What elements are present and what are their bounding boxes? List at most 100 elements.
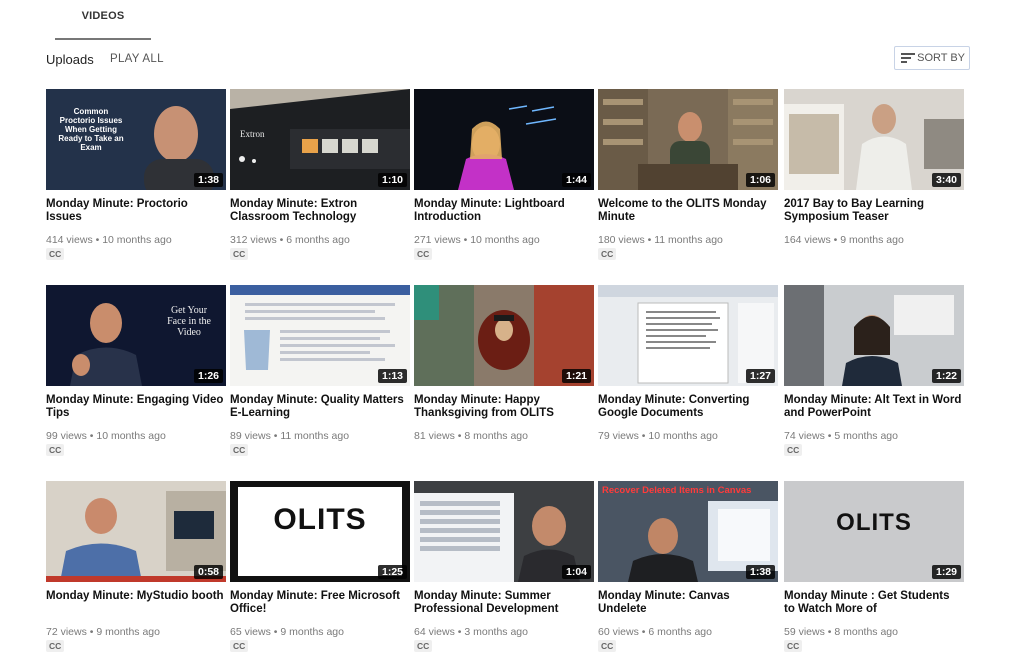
video-thumbnail[interactable]: OLITS 1:29 xyxy=(784,481,964,582)
video-meta: 180 views • 11 months ago xyxy=(598,234,723,246)
sort-icon xyxy=(901,53,915,63)
video-thumbnail[interactable]: Common Proctorio Issues When Getting Rea… xyxy=(46,89,226,190)
video-card[interactable]: Get Your Face in the Video 1:26 Monday M… xyxy=(46,285,226,456)
video-title[interactable]: Monday Minute: Free Microsoft Office! xyxy=(230,590,408,616)
cc-badge: CC xyxy=(230,640,249,652)
video-title[interactable]: 2017 Bay to Bay Learning Symposium Tease… xyxy=(784,198,962,224)
thumbnail-caption: Recover Deleted Items in Canvas xyxy=(602,485,752,496)
video-thumbnail[interactable]: OLITS 1:25 xyxy=(230,481,410,582)
sort-by-button[interactable]: SORT BY xyxy=(894,46,970,70)
video-card[interactable]: Recover Deleted Items in Canvas 1:38 Mon… xyxy=(598,481,778,652)
duration-badge: 1:25 xyxy=(377,565,407,579)
cc-badge: CC xyxy=(598,248,617,260)
duration-badge: 1:21 xyxy=(561,369,591,383)
video-thumbnail[interactable]: Recover Deleted Items in Canvas 1:38 xyxy=(598,481,778,582)
video-meta: 164 views • 9 months ago xyxy=(784,234,904,246)
video-meta: 60 views • 6 months ago xyxy=(598,626,712,638)
video-thumbnail[interactable]: Get Your Face in the Video 1:26 xyxy=(46,285,226,386)
duration-badge: 1:06 xyxy=(745,173,775,187)
cc-badge: CC xyxy=(46,444,65,456)
video-card[interactable]: 1:27 Monday Minute: Converting Google Do… xyxy=(598,285,778,442)
video-meta: 312 views • 6 months ago xyxy=(230,234,350,246)
video-title[interactable]: Welcome to the OLITS Monday Minute xyxy=(598,198,776,224)
cc-badge: CC xyxy=(230,444,249,456)
thumbnail-logo-text: OLITS xyxy=(273,503,367,536)
video-card[interactable]: 1:21 Monday Minute: Happy Thanksgiving f… xyxy=(414,285,594,442)
video-meta: 74 views • 5 months ago xyxy=(784,430,898,442)
video-meta: 65 views • 9 months ago xyxy=(230,626,344,638)
video-thumbnail[interactable]: 1:22 xyxy=(784,285,964,386)
duration-badge: 1:13 xyxy=(377,369,407,383)
duration-badge: 1:22 xyxy=(931,369,961,383)
video-thumbnail[interactable]: 0:58 xyxy=(46,481,226,582)
video-thumbnail[interactable]: 3:40 xyxy=(784,89,964,190)
video-meta: 64 views • 3 months ago xyxy=(414,626,528,638)
video-card[interactable]: 0:58 Monday Minute: MyStudio booth 72 vi… xyxy=(46,481,226,652)
duration-badge: 1:04 xyxy=(561,565,591,579)
tab-videos-label: VIDEOS xyxy=(81,10,125,22)
video-meta: 59 views • 8 months ago xyxy=(784,626,898,638)
cc-badge: CC xyxy=(46,248,65,260)
video-title[interactable]: Monday Minute: Engaging Video Tips xyxy=(46,394,224,420)
video-title[interactable]: Monday Minute: Extron Classroom Technolo… xyxy=(230,198,408,224)
video-card[interactable]: 1:22 Monday Minute: Alt Text in Word and… xyxy=(784,285,964,456)
video-thumbnail[interactable]: 1:27 xyxy=(598,285,778,386)
video-meta: 271 views • 10 months ago xyxy=(414,234,540,246)
video-card[interactable]: 1:44 Monday Minute: Lightboard Introduct… xyxy=(414,89,594,260)
duration-badge: 0:58 xyxy=(193,565,223,579)
duration-badge: 1:38 xyxy=(193,173,223,187)
video-meta: 81 views • 8 months ago xyxy=(414,430,528,442)
video-thumbnail[interactable]: 1:21 xyxy=(414,285,594,386)
video-title[interactable]: Monday Minute : Get Students to Watch Mo… xyxy=(784,590,962,616)
duration-badge: 1:44 xyxy=(561,173,591,187)
video-card[interactable]: 1:13 Monday Minute: Quality Matters E-Le… xyxy=(230,285,410,456)
tab-active-indicator xyxy=(55,38,151,40)
thumbnail-logo-text: OLITS xyxy=(836,509,912,536)
video-title[interactable]: Monday Minute: MyStudio booth xyxy=(46,590,224,603)
cc-badge: CC xyxy=(784,444,803,456)
cc-badge: CC xyxy=(414,640,433,652)
video-title[interactable]: Monday Minute: Converting Google Documen… xyxy=(598,394,776,420)
section-title: Uploads xyxy=(46,52,94,67)
video-meta: 89 views • 11 months ago xyxy=(230,430,350,442)
video-card[interactable]: Common Proctorio Issues When Getting Rea… xyxy=(46,89,226,260)
channel-tab-bar: VIDEOS xyxy=(0,0,1011,42)
tab-videos[interactable]: VIDEOS xyxy=(55,8,151,40)
duration-badge: 3:40 xyxy=(931,173,961,187)
video-card[interactable]: 3:40 2017 Bay to Bay Learning Symposium … xyxy=(784,89,964,246)
video-thumbnail[interactable]: 1:04 xyxy=(414,481,594,582)
duration-badge: 1:29 xyxy=(931,565,961,579)
cc-badge: CC xyxy=(46,640,65,652)
video-title[interactable]: Monday Minute: Lightboard Introduction xyxy=(414,198,592,224)
thumbnail-caption: Extron xyxy=(240,129,265,139)
play-all-button[interactable]: PLAY ALL xyxy=(110,53,164,65)
video-meta: 414 views • 10 months ago xyxy=(46,234,172,246)
duration-badge: 1:27 xyxy=(745,369,775,383)
video-card[interactable]: OLITS 1:29 Monday Minute : Get Students … xyxy=(784,481,964,652)
video-title[interactable]: Monday Minute: Alt Text in Word and Powe… xyxy=(784,394,962,420)
duration-badge: 1:10 xyxy=(377,173,407,187)
duration-badge: 1:38 xyxy=(745,565,775,579)
video-thumbnail[interactable]: 1:06 xyxy=(598,89,778,190)
cc-badge: CC xyxy=(598,640,617,652)
cc-badge: CC xyxy=(784,640,803,652)
video-meta: 79 views • 10 months ago xyxy=(598,430,718,442)
cc-badge: CC xyxy=(414,248,433,260)
video-meta: 99 views • 10 months ago xyxy=(46,430,166,442)
video-thumbnail[interactable]: 1:13 xyxy=(230,285,410,386)
sort-by-label: SORT BY xyxy=(917,52,965,64)
video-card[interactable]: 1:04 Monday Minute: Summer Professional … xyxy=(414,481,594,652)
video-thumbnail[interactable]: Extron 1:10 xyxy=(230,89,410,190)
video-title[interactable]: Monday Minute: Quality Matters E-Learnin… xyxy=(230,394,408,420)
video-title[interactable]: Monday Minute: Happy Thanksgiving from O… xyxy=(414,394,592,420)
video-title[interactable]: Monday Minute: Summer Professional Devel… xyxy=(414,590,592,616)
video-title[interactable]: Monday Minute: Canvas Undelete xyxy=(598,590,776,616)
cc-badge: CC xyxy=(230,248,249,260)
video-title[interactable]: Monday Minute: Proctorio Issues xyxy=(46,198,224,224)
video-meta: 72 views • 9 months ago xyxy=(46,626,160,638)
duration-badge: 1:26 xyxy=(193,369,223,383)
video-card[interactable]: Extron 1:10 Monday Minute: Extron Classr… xyxy=(230,89,410,260)
video-card[interactable]: 1:06 Welcome to the OLITS Monday Minute … xyxy=(598,89,778,260)
video-thumbnail[interactable]: 1:44 xyxy=(414,89,594,190)
video-card[interactable]: OLITS 1:25 Monday Minute: Free Microsoft… xyxy=(230,481,410,652)
